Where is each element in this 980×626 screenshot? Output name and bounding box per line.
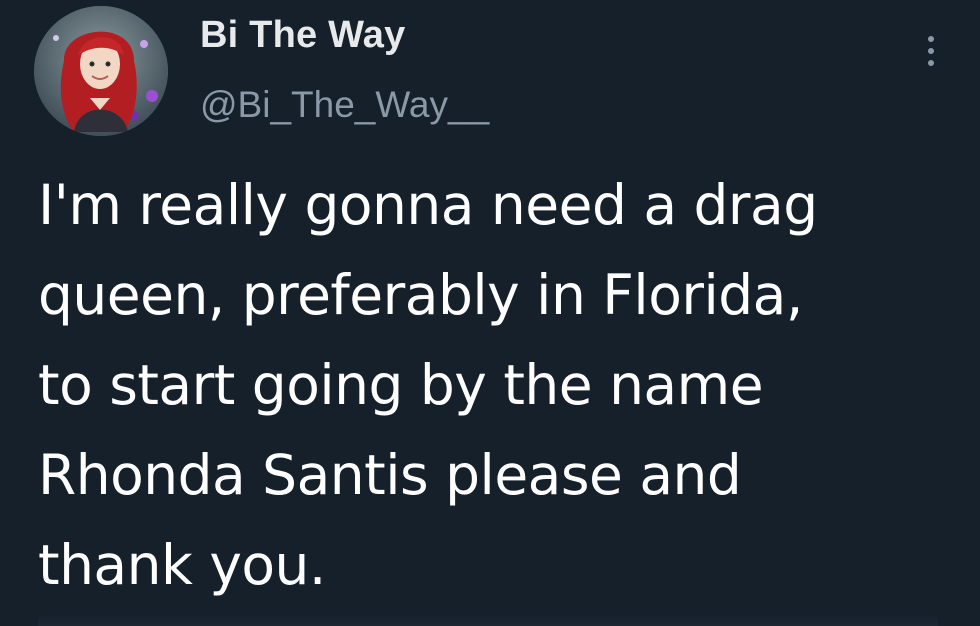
more-dot	[928, 60, 934, 66]
more-vertical-icon[interactable]	[914, 26, 948, 76]
more-dot	[928, 48, 934, 54]
tweet-text: I'm really gonna need a drag queen, pref…	[38, 173, 818, 597]
author-display-name[interactable]: Bi The Way	[200, 14, 405, 57]
divider	[38, 615, 938, 626]
more-dot	[928, 36, 934, 42]
profile-avatar-icon[interactable]	[34, 6, 168, 136]
tweet-card: Bi The Way @Bi_The_Way__ I'm really gonn…	[0, 0, 980, 626]
author-handle[interactable]: @Bi_The_Way__	[200, 84, 489, 126]
